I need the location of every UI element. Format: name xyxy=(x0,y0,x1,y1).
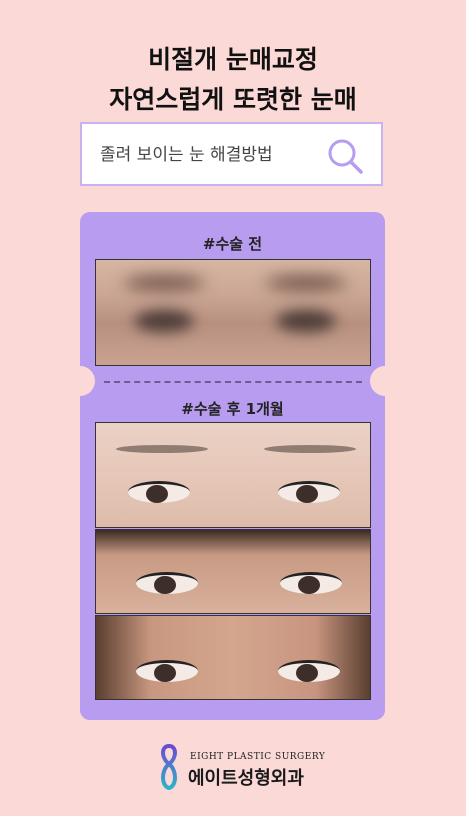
eye-right xyxy=(278,660,340,682)
eye-right xyxy=(278,481,340,503)
ticket-divider xyxy=(104,381,362,383)
blurred-brow-right xyxy=(266,276,346,290)
after-photo-2 xyxy=(95,529,371,614)
after-photo-1 xyxy=(95,422,371,528)
headline-line-2: 자연스럽게 또렷한 눈매 xyxy=(109,85,357,114)
search-icon[interactable] xyxy=(325,136,365,176)
brow-left xyxy=(116,445,208,453)
eye-right xyxy=(280,572,342,594)
search-text: 졸려 보이는 눈 해결방법 xyxy=(100,145,273,165)
search-box[interactable]: 졸려 보이는 눈 해결방법 xyxy=(80,122,383,186)
blurred-brow-left xyxy=(124,276,204,290)
headline-line-1: 비절개 눈매교정 xyxy=(148,45,318,74)
clinic-logo: EIGHT PLASTIC SURGERY 에이트성형외과 xyxy=(150,742,325,792)
eye-left xyxy=(136,660,198,682)
eight-logo-icon xyxy=(161,743,177,791)
ticket-notch-right xyxy=(370,366,400,396)
after-label: #수술 후 1개월 xyxy=(181,400,284,418)
ticket-notch-left xyxy=(65,366,95,396)
after-photo-3 xyxy=(95,615,371,700)
logo-english: EIGHT PLASTIC SURGERY xyxy=(190,752,326,762)
blurred-eye-left xyxy=(134,310,194,332)
blurred-eye-right xyxy=(276,310,336,332)
before-label: #수술 전 xyxy=(202,235,263,253)
brow-right xyxy=(264,445,356,453)
eye-left xyxy=(128,481,190,503)
eye-left xyxy=(136,572,198,594)
logo-korean: 에이트성형외과 xyxy=(188,768,304,789)
before-photo xyxy=(95,259,371,366)
headline: 비절개 눈매교정 자연스럽게 또렷한 눈매 xyxy=(0,40,466,120)
